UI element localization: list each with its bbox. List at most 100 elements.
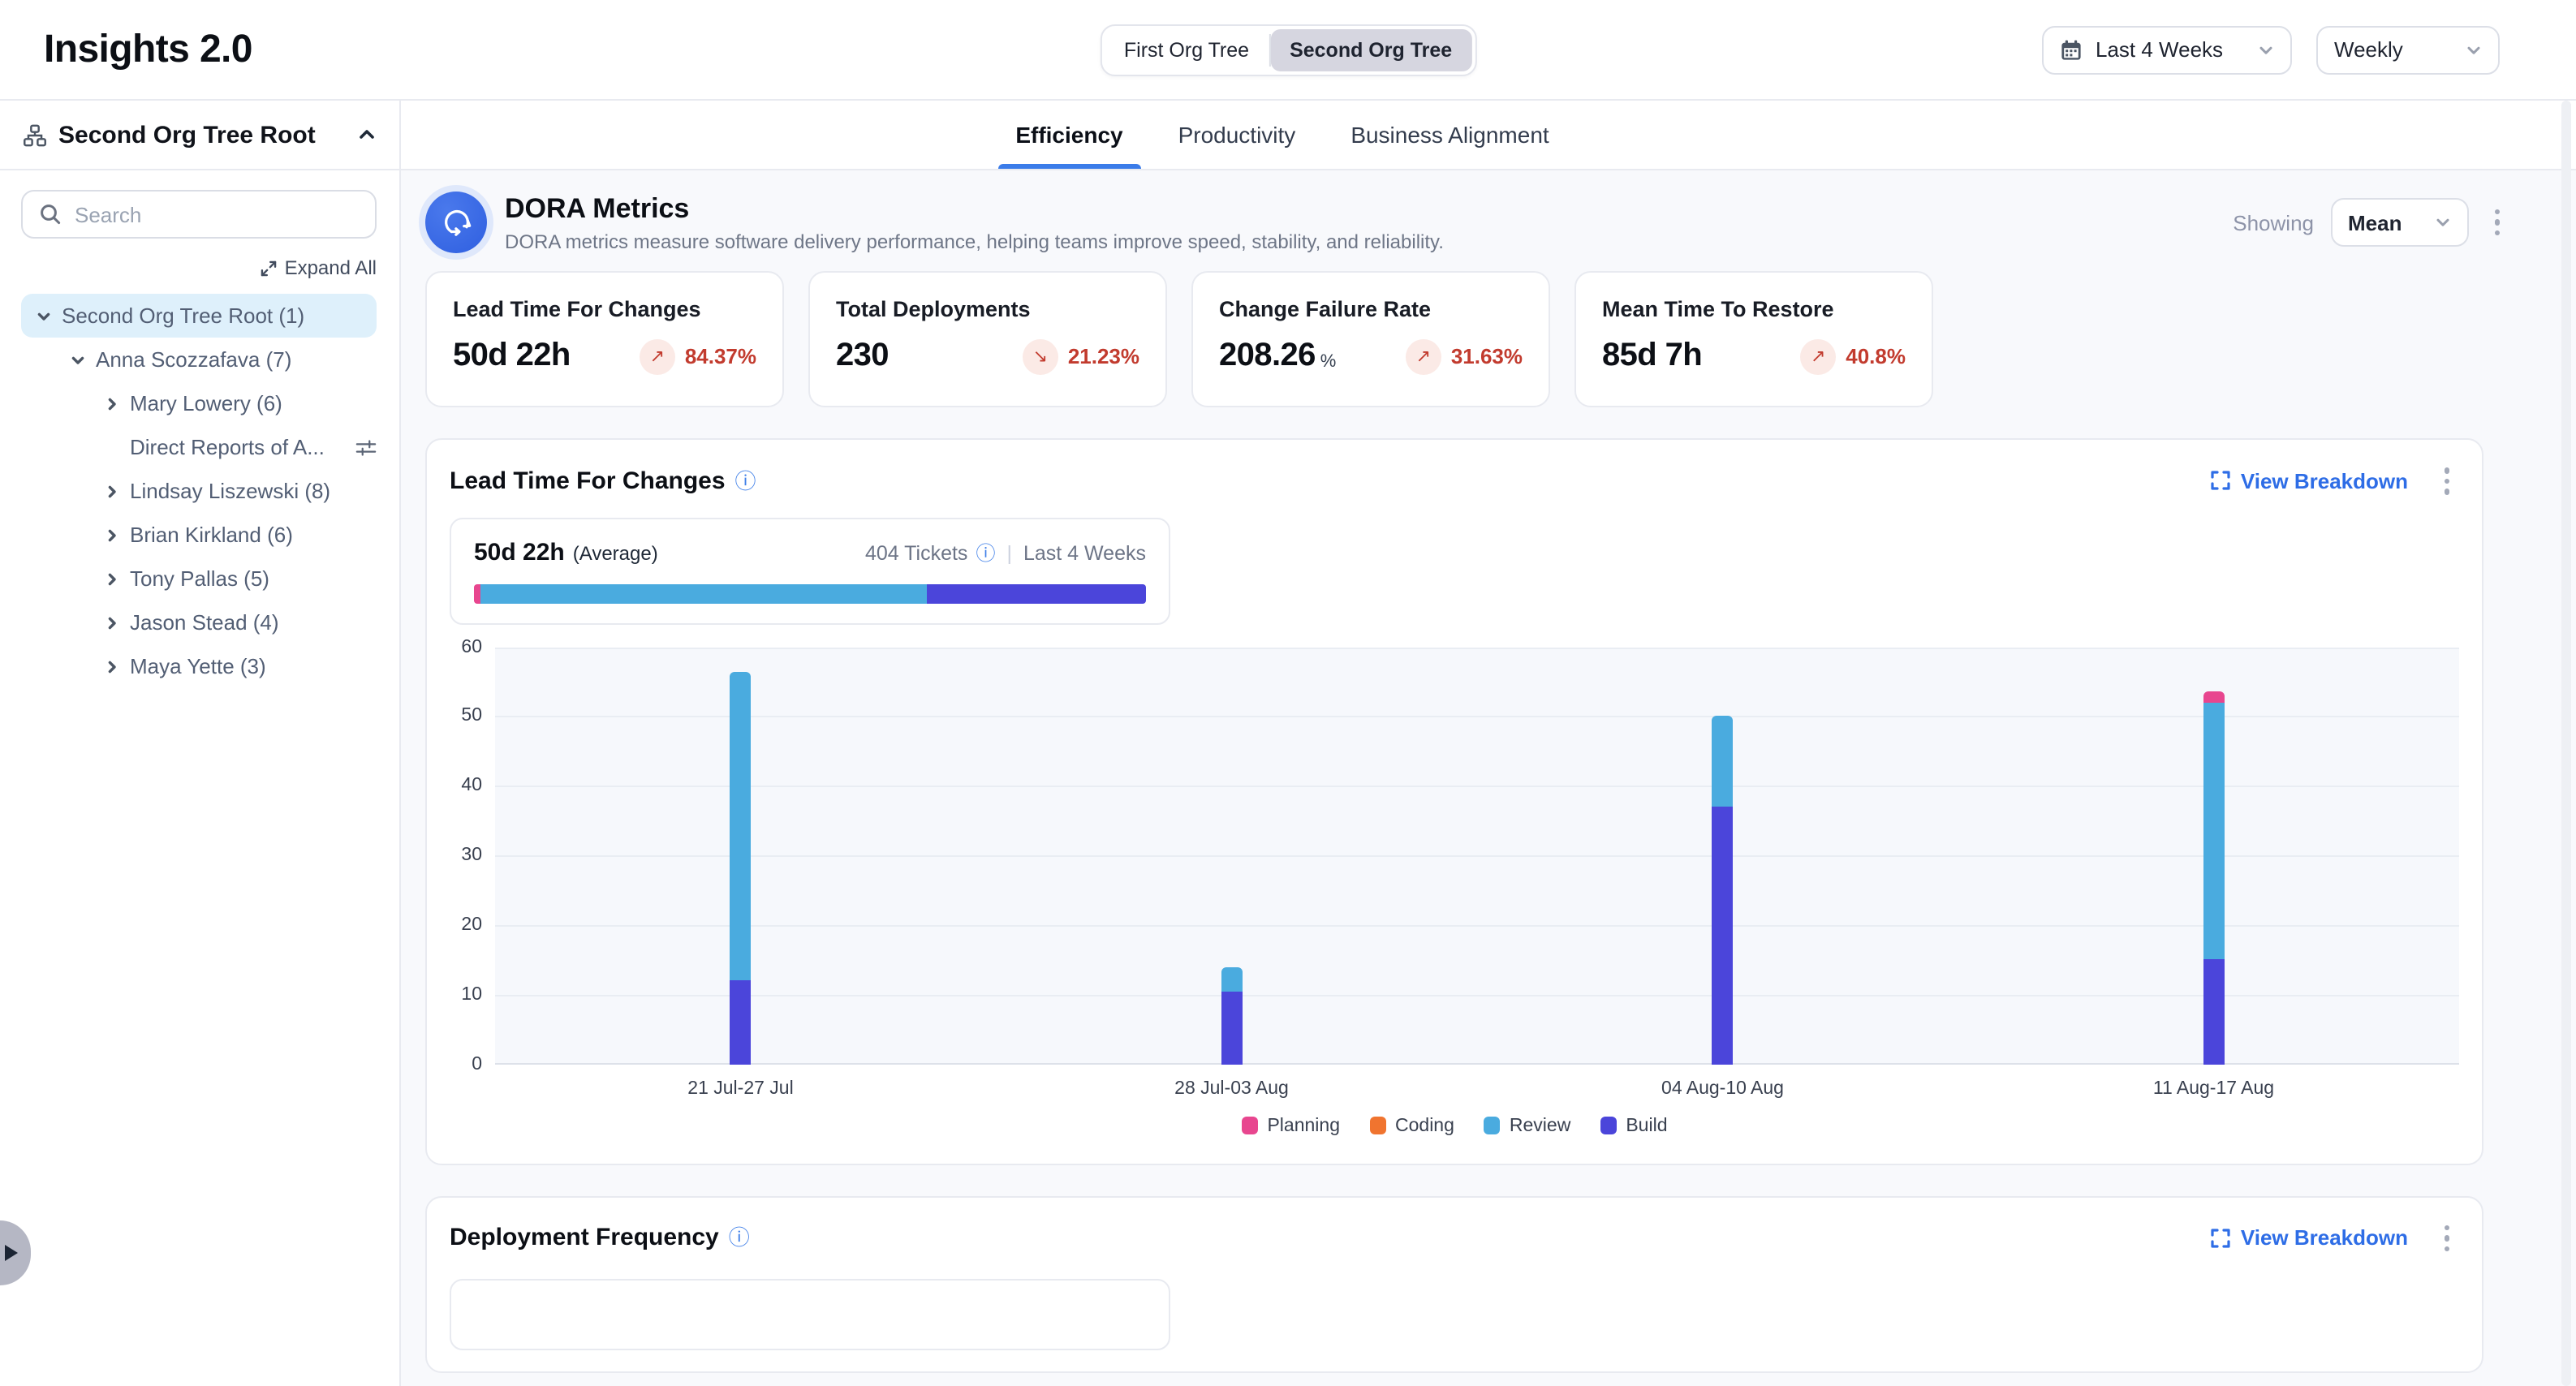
search-icon bbox=[39, 203, 62, 226]
legend-item-planning[interactable]: Planning bbox=[1241, 1116, 1340, 1135]
bar-28-jul-03-aug[interactable] bbox=[1221, 966, 1243, 1064]
content-area: DORA Metrics DORA metrics measure softwa… bbox=[401, 170, 2576, 1373]
lead-time-kebab-menu[interactable] bbox=[2434, 461, 2459, 501]
info-icon[interactable]: ⓘ bbox=[729, 1228, 750, 1249]
tree-item-label: Maya Yette (3) bbox=[130, 654, 266, 678]
lead-time-card-header: Lead Time For Changes ⓘ View Breakdown bbox=[450, 461, 2459, 501]
tree-item-brian-kirkland-6[interactable]: Brian Kirkland (6) bbox=[21, 513, 377, 557]
aggregation-select[interactable]: Mean bbox=[2330, 198, 2468, 247]
metric-delta-badge: ↘21.23% bbox=[1023, 338, 1139, 374]
trend-up-icon: ↗ bbox=[640, 338, 675, 374]
legend-swatch bbox=[1600, 1117, 1616, 1134]
org-tree-toggle: First Org TreeSecond Org Tree bbox=[1100, 24, 1476, 75]
lead-time-chart: 0102030405060 21 Jul-27 Jul28 Jul-03 Aug… bbox=[450, 647, 2459, 1106]
tab-efficiency[interactable]: Efficiency bbox=[1015, 101, 1122, 169]
sidebar-collapse-handle[interactable] bbox=[0, 1220, 31, 1285]
avg-bar-segment-review bbox=[480, 583, 927, 603]
legend-item-build[interactable]: Build bbox=[1600, 1116, 1667, 1135]
info-icon[interactable]: ⓘ bbox=[735, 471, 756, 492]
bar-segment-review bbox=[1221, 966, 1243, 991]
filter-sliders-icon[interactable] bbox=[355, 437, 377, 457]
chart-plot-area bbox=[495, 647, 2459, 1064]
metric-delta-value: 31.63% bbox=[1451, 344, 1523, 368]
gridline-30 bbox=[495, 855, 2459, 857]
metric-value-row: 208.26%↗31.63% bbox=[1219, 338, 1523, 375]
deployment-kebab-menu[interactable] bbox=[2434, 1218, 2459, 1258]
chevron-down-icon[interactable] bbox=[70, 351, 86, 368]
avg-bar-segment-build bbox=[928, 583, 1146, 603]
deployment-frequency-card: Deployment Frequency ⓘ View Breakdown bbox=[425, 1195, 2483, 1373]
metric-card-total-deployments: Total Deployments230↘21.23% bbox=[808, 271, 1167, 407]
bar-21-jul-27-jul[interactable] bbox=[730, 671, 752, 1064]
dora-kebab-menu[interactable] bbox=[2484, 203, 2509, 243]
metric-delta-value: 21.23% bbox=[1068, 344, 1139, 368]
dora-metric-cards: Lead Time For Changes50d 22h↗84.37%Total… bbox=[425, 271, 2509, 407]
tree-item-second-org-tree-root-1[interactable]: Second Org Tree Root (1) bbox=[21, 294, 377, 338]
tab-business-alignment[interactable]: Business Alignment bbox=[1350, 101, 1549, 169]
expand-all-button[interactable]: Expand All bbox=[0, 256, 377, 279]
legend-item-review[interactable]: Review bbox=[1484, 1116, 1570, 1135]
org-toggle-second-org-tree[interactable]: Second Org Tree bbox=[1270, 28, 1471, 71]
tree-item-direct-reports-of-a[interactable]: Direct Reports of A... bbox=[21, 425, 377, 469]
metric-value-row: 85d 7h↗40.8% bbox=[1602, 338, 1906, 375]
x-axis-labels: 21 Jul-27 Jul28 Jul-03 Aug04 Aug-10 Aug1… bbox=[495, 1064, 2459, 1106]
legend-swatch bbox=[1484, 1117, 1500, 1134]
date-range-select[interactable]: Last 4 Weeks bbox=[2042, 25, 2292, 74]
org-tree-sidebar: Second Org Tree Root Expand All Second O… bbox=[0, 101, 401, 1386]
bar-11-aug-17-aug[interactable] bbox=[2203, 692, 2225, 1064]
search-field[interactable] bbox=[21, 190, 377, 239]
tree-item-lindsay-liszewski-8[interactable]: Lindsay Liszewski (8) bbox=[21, 469, 377, 513]
chevron-down-icon bbox=[2434, 214, 2450, 230]
lead-time-title: Lead Time For Changes bbox=[450, 467, 726, 495]
metric-value-row: 50d 22h↗84.37% bbox=[453, 338, 756, 375]
y-axis-labels: 0102030405060 bbox=[450, 647, 495, 1064]
tree-item-mary-lowery-6[interactable]: Mary Lowery (6) bbox=[21, 381, 377, 425]
expand-diagonal-icon bbox=[261, 259, 278, 277]
y-tick-20: 20 bbox=[461, 915, 482, 935]
org-toggle-first-org-tree[interactable]: First Org Tree bbox=[1105, 28, 1269, 71]
chevron-right-icon[interactable] bbox=[104, 614, 120, 631]
tree-item-anna-scozzafava-7[interactable]: Anna Scozzafava (7) bbox=[21, 338, 377, 381]
view-breakdown-button[interactable]: View Breakdown bbox=[2212, 469, 2408, 493]
view-breakdown-label: View Breakdown bbox=[2241, 1226, 2408, 1250]
view-breakdown-button[interactable]: View Breakdown bbox=[2212, 1226, 2408, 1250]
tree-item-jason-stead-4[interactable]: Jason Stead (4) bbox=[21, 600, 377, 644]
bar-stack bbox=[1221, 966, 1243, 1064]
tab-productivity[interactable]: Productivity bbox=[1178, 101, 1296, 169]
deployment-title: Deployment Frequency bbox=[450, 1225, 719, 1252]
tree-item-label: Lindsay Liszewski (8) bbox=[130, 479, 330, 503]
divider: | bbox=[1006, 541, 1012, 564]
tree-item-label: Jason Stead (4) bbox=[130, 610, 279, 635]
dora-metrics-header: DORA Metrics DORA metrics measure softwa… bbox=[425, 192, 2509, 253]
legend-swatch bbox=[1241, 1117, 1257, 1134]
lead-time-card: Lead Time For Changes ⓘ View Breakdown bbox=[425, 438, 2483, 1164]
granularity-select[interactable]: Weekly bbox=[2316, 25, 2500, 74]
metric-value: 85d 7h bbox=[1602, 338, 1702, 375]
bar-segment-planning bbox=[2203, 692, 2225, 703]
x-label-28-jul-03-aug: 28 Jul-03 Aug bbox=[1174, 1078, 1289, 1098]
chevron-down-icon[interactable] bbox=[36, 308, 52, 324]
tree-item-label: Direct Reports of A... bbox=[130, 435, 325, 459]
info-icon[interactable]: ⓘ bbox=[976, 543, 995, 562]
average-label: (Average) bbox=[573, 541, 658, 564]
x-label-04-aug-10-aug: 04 Aug-10 Aug bbox=[1661, 1078, 1784, 1098]
chevron-right-icon[interactable] bbox=[104, 483, 120, 499]
tree-item-maya-yette-3[interactable]: Maya Yette (3) bbox=[21, 644, 377, 688]
search-input[interactable] bbox=[75, 202, 359, 226]
tree-item-tony-pallas-5[interactable]: Tony Pallas (5) bbox=[21, 557, 377, 600]
scrollbar[interactable] bbox=[2561, 101, 2571, 1386]
sidebar-header: Second Org Tree Root bbox=[0, 101, 399, 170]
legend-label: Review bbox=[1510, 1116, 1570, 1135]
y-tick-50: 50 bbox=[461, 707, 482, 726]
chevron-up-icon[interactable] bbox=[357, 125, 377, 144]
chevron-right-icon[interactable] bbox=[104, 570, 120, 587]
dora-titles: DORA Metrics DORA metrics measure softwa… bbox=[505, 192, 1444, 252]
gridline-60 bbox=[495, 647, 2459, 648]
bar-04-aug-10-aug[interactable] bbox=[1712, 717, 1734, 1064]
chevron-right-icon[interactable] bbox=[104, 658, 120, 674]
chevron-right-icon[interactable] bbox=[104, 527, 120, 543]
expand-all-label: Expand All bbox=[285, 256, 377, 279]
top-bar-controls: Last 4 Weeks Weekly bbox=[2042, 25, 2500, 74]
legend-item-coding[interactable]: Coding bbox=[1369, 1116, 1454, 1135]
chevron-right-icon[interactable] bbox=[104, 395, 120, 411]
